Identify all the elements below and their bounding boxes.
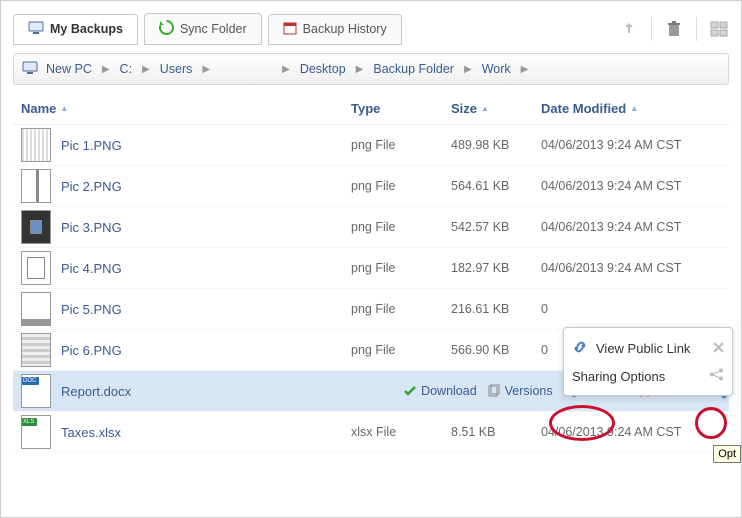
col-header-date[interactable]: Date Modified ▲ [541, 101, 721, 116]
trash-icon[interactable] [664, 19, 684, 39]
file-thumb-icon [21, 333, 51, 367]
sync-icon [159, 20, 174, 38]
file-list: Pic 1.PNG png File 489.98 KB 04/06/2013 … [13, 125, 729, 453]
col-header-size[interactable]: Size ▲ [451, 101, 541, 116]
file-thumb-icon [21, 210, 51, 244]
crumb-c[interactable]: C: [116, 60, 137, 78]
file-name: Pic 3.PNG [61, 220, 122, 235]
crumb-blank[interactable] [216, 67, 276, 71]
file-name: Pic 1.PNG [61, 138, 122, 153]
file-size: 182.97 KB [451, 261, 541, 275]
file-thumb-icon [21, 169, 51, 203]
file-size: 489.98 KB [451, 138, 541, 152]
share-popup: View Public Link Sharing Options [563, 327, 733, 396]
file-type: png File [351, 302, 451, 316]
file-date: 04/06/2013 9:24 AM CST [541, 425, 721, 439]
table-header: Name ▲ Type Size ▲ Date Modified ▲ [13, 95, 729, 125]
table-row[interactable]: Pic 2.PNG png File 564.61 KB 04/06/2013 … [13, 166, 729, 207]
file-name: Pic 6.PNG [61, 343, 122, 358]
upload-icon[interactable] [619, 19, 639, 39]
chevron-right-icon: ▶ [280, 64, 292, 75]
file-size: 566.90 KB [451, 343, 541, 357]
file-type: png File [351, 220, 451, 234]
file-name: Pic 2.PNG [61, 179, 122, 194]
table-row[interactable]: Pic 1.PNG png File 489.98 KB 04/06/2013 … [13, 125, 729, 166]
file-date: 0 [541, 302, 721, 316]
table-row[interactable]: Pic 3.PNG png File 542.57 KB 04/06/2013 … [13, 207, 729, 248]
tab-label: Sync Folder [180, 22, 247, 36]
xlsx-icon: XLS [21, 415, 51, 449]
grid-view-icon[interactable] [709, 19, 729, 39]
link-icon [572, 339, 588, 358]
file-name: Report.docx [61, 384, 131, 399]
sort-asc-icon: ▲ [60, 104, 68, 113]
crumb-users[interactable]: Users [156, 60, 197, 78]
crumb-work[interactable]: Work [478, 60, 515, 78]
file-type: png File [351, 343, 451, 357]
check-icon [403, 384, 417, 398]
computer-icon [22, 61, 38, 78]
computer-icon [28, 21, 44, 38]
download-button[interactable]: Download [403, 384, 477, 398]
breadcrumb: New PC ▶ C: ▶ Users ▶ ▶ Desktop ▶ Backup… [13, 53, 729, 85]
chevron-right-icon: ▶ [354, 64, 366, 75]
file-thumb-icon [21, 292, 51, 326]
file-type: png File [351, 179, 451, 193]
tab-sync-folder[interactable]: Sync Folder [144, 13, 262, 45]
calendar-icon [283, 21, 297, 38]
col-header-name[interactable]: Name ▲ [21, 101, 351, 116]
file-size: 564.61 KB [451, 179, 541, 193]
table-row[interactable]: Pic 5.PNG png File 216.61 KB 0 [13, 289, 729, 330]
sort-asc-icon: ▲ [481, 104, 489, 113]
chevron-right-icon: ▶ [462, 64, 474, 75]
file-size: 542.57 KB [451, 220, 541, 234]
file-name: Pic 5.PNG [61, 302, 122, 317]
tab-backup-history[interactable]: Backup History [268, 14, 402, 45]
tab-label: Backup History [303, 22, 387, 36]
docx-icon: DOC [21, 374, 51, 408]
tab-my-backups[interactable]: My Backups [13, 14, 138, 45]
col-header-type[interactable]: Type [351, 101, 451, 116]
tooltip: Opt [713, 445, 741, 463]
file-size: 216.61 KB [451, 302, 541, 316]
close-icon[interactable] [713, 341, 724, 356]
file-type: png File [351, 261, 451, 275]
file-thumb-icon [21, 251, 51, 285]
crumb-backup-folder[interactable]: Backup Folder [369, 60, 458, 78]
file-thumb-icon [21, 128, 51, 162]
copy-icon [487, 384, 501, 398]
file-name: Pic 4.PNG [61, 261, 122, 276]
file-date: 04/06/2013 9:24 AM CST [541, 261, 721, 275]
file-type: xlsx File [351, 425, 451, 439]
chevron-right-icon: ▶ [140, 64, 152, 75]
versions-button[interactable]: Versions [487, 384, 553, 398]
tabs-bar: My Backups Sync Folder Backup History [13, 11, 729, 47]
crumb-new-pc[interactable]: New PC [42, 60, 96, 78]
file-type: png File [351, 138, 451, 152]
chevron-right-icon: ▶ [519, 64, 531, 75]
crumb-desktop[interactable]: Desktop [296, 60, 350, 78]
chevron-right-icon: ▶ [100, 64, 112, 75]
share-icon [709, 368, 724, 384]
file-date: 04/06/2013 9:24 AM CST [541, 179, 721, 193]
table-row[interactable]: Pic 4.PNG png File 182.97 KB 04/06/2013 … [13, 248, 729, 289]
sort-asc-icon: ▲ [630, 104, 638, 113]
tab-label: My Backups [50, 22, 123, 36]
sharing-options-button[interactable]: Sharing Options [572, 363, 724, 389]
file-date: 04/06/2013 9:24 AM CST [541, 220, 721, 234]
chevron-right-icon: ▶ [200, 64, 212, 75]
file-name: Taxes.xlsx [61, 425, 121, 440]
view-public-link-button[interactable]: View Public Link [572, 334, 724, 363]
file-size: 8.51 KB [451, 425, 541, 439]
table-row[interactable]: XLS Taxes.xlsx xlsx File 8.51 KB 04/06/2… [13, 412, 729, 453]
file-date: 04/06/2013 9:24 AM CST [541, 138, 721, 152]
